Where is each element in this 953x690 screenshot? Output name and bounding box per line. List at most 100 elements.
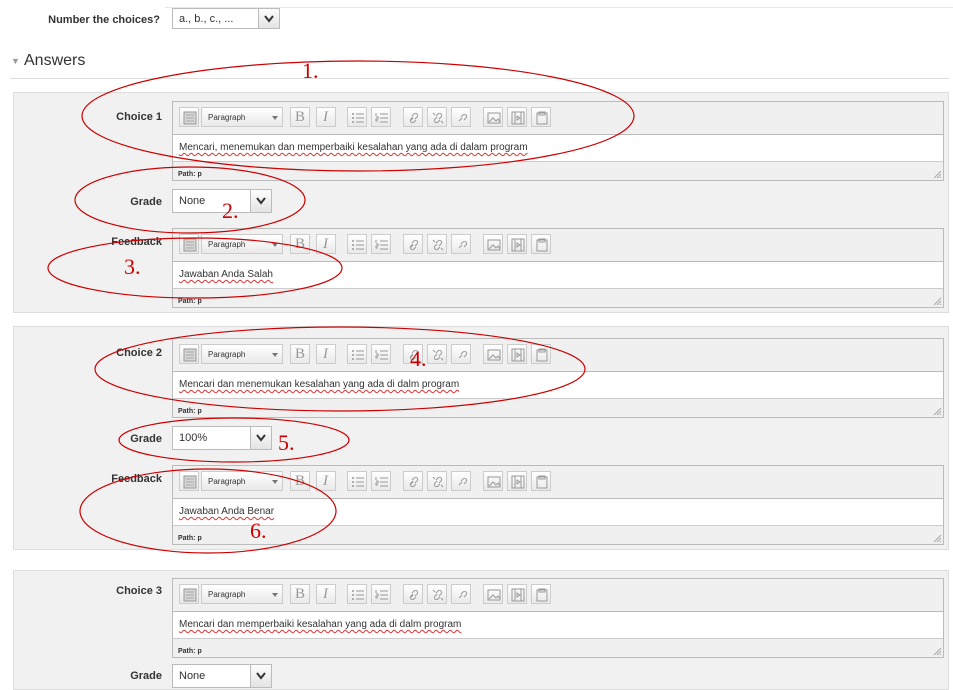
bullet-list-icon[interactable] — [347, 107, 367, 127]
wiki-icon[interactable] — [179, 107, 199, 127]
italic-button[interactable]: I — [316, 471, 336, 491]
editor-text: Mencari dan memperbaiki kesalahan yang a… — [179, 619, 462, 630]
link-icon[interactable] — [403, 471, 423, 491]
editor-content[interactable]: Mencari, menemukan dan memperbaiki kesal… — [173, 134, 943, 162]
link-icon[interactable] — [403, 584, 423, 604]
annotation-number-3: 3. — [124, 254, 141, 279]
image-icon[interactable] — [483, 584, 503, 604]
feedback-1-editor[interactable]: Paragraph B I Jawaban Anda Salah Path: p — [172, 228, 944, 308]
bullet-list-icon[interactable] — [347, 344, 367, 364]
link-icon[interactable] — [403, 234, 423, 254]
bullet-list-icon[interactable] — [347, 471, 367, 491]
italic-button[interactable]: I — [316, 584, 336, 604]
numbered-list-icon[interactable] — [371, 234, 391, 254]
media-icon[interactable] — [507, 471, 527, 491]
unlink-icon[interactable] — [427, 107, 447, 127]
grade-3-select[interactable]: None — [172, 664, 272, 688]
bullet-list-icon[interactable] — [347, 234, 367, 254]
resize-handle-icon[interactable] — [932, 169, 942, 179]
paste-icon[interactable] — [531, 584, 551, 604]
paste-icon[interactable] — [531, 471, 551, 491]
bullet-list-icon[interactable] — [347, 584, 367, 604]
bold-button[interactable]: B — [290, 234, 310, 254]
media-icon[interactable] — [507, 107, 527, 127]
italic-label: I — [323, 586, 328, 602]
resize-handle-icon[interactable] — [932, 296, 942, 306]
paragraph-dropdown[interactable]: Paragraph — [201, 107, 283, 127]
numbered-list-icon[interactable] — [371, 344, 391, 364]
bold-label: B — [295, 236, 306, 252]
wiki-icon[interactable] — [179, 471, 199, 491]
bold-button[interactable]: B — [290, 107, 310, 127]
image-icon[interactable] — [483, 344, 503, 364]
editor-content[interactable]: Mencari dan menemukan kesalahan yang ada… — [173, 371, 943, 399]
bold-button[interactable]: B — [290, 584, 310, 604]
numbered-list-icon[interactable] — [371, 471, 391, 491]
anchor-icon[interactable] — [451, 344, 471, 364]
grade-2-select[interactable]: 100% — [172, 426, 272, 450]
bold-button[interactable]: B — [290, 344, 310, 364]
image-icon[interactable] — [483, 471, 503, 491]
italic-button[interactable]: I — [316, 344, 336, 364]
wiki-icon[interactable] — [179, 234, 199, 254]
paste-icon[interactable] — [531, 234, 551, 254]
editor-path: Path: p — [178, 648, 202, 655]
anchor-icon[interactable] — [451, 584, 471, 604]
paragraph-label: Paragraph — [208, 113, 246, 122]
editor-content[interactable]: Jawaban Anda Salah — [173, 261, 943, 289]
unlink-icon[interactable] — [427, 344, 447, 364]
italic-label: I — [323, 236, 328, 252]
wiki-icon[interactable] — [179, 584, 199, 604]
editor-content[interactable]: Mencari dan memperbaiki kesalahan yang a… — [173, 611, 943, 639]
anchor-icon[interactable] — [451, 234, 471, 254]
numbered-list-icon[interactable] — [371, 107, 391, 127]
media-icon[interactable] — [507, 344, 527, 364]
choice-1-editor[interactable]: Paragraph B I Mencari, menemukan dan memper… — [172, 101, 944, 181]
paragraph-dropdown[interactable]: Paragraph — [201, 471, 283, 491]
image-icon[interactable] — [483, 107, 503, 127]
unlink-icon[interactable] — [427, 584, 447, 604]
italic-button[interactable]: I — [316, 107, 336, 127]
bold-label: B — [295, 109, 306, 125]
media-icon[interactable] — [507, 234, 527, 254]
paragraph-dropdown[interactable]: Paragraph — [201, 344, 283, 364]
unlink-icon[interactable] — [427, 234, 447, 254]
paste-icon[interactable] — [531, 344, 551, 364]
paste-icon[interactable] — [531, 107, 551, 127]
choice-3-editor[interactable]: Paragraph B I Mencari dan memperbaiki kesal… — [172, 578, 944, 658]
numbered-list-icon[interactable] — [371, 584, 391, 604]
number-choices-value: a., b., c., ... — [179, 12, 234, 25]
chevron-down-icon — [272, 480, 278, 484]
paragraph-label: Paragraph — [208, 240, 246, 249]
chevron-down-icon — [272, 116, 278, 120]
paragraph-dropdown[interactable]: Paragraph — [201, 584, 283, 604]
image-icon[interactable] — [483, 234, 503, 254]
anchor-icon[interactable] — [451, 471, 471, 491]
bold-button[interactable]: B — [290, 471, 310, 491]
answers-header[interactable]: Answers — [24, 52, 85, 70]
editor-content[interactable]: Jawaban Anda Benar — [173, 498, 943, 526]
choice-1-label: Choice 1 — [116, 111, 162, 123]
resize-handle-icon[interactable] — [932, 533, 942, 543]
number-choices-select[interactable]: a., b., c., ... — [172, 8, 280, 29]
wiki-icon[interactable] — [179, 344, 199, 364]
editor-toolbar: Paragraph B I — [173, 466, 943, 498]
link-icon[interactable] — [403, 107, 423, 127]
bold-label: B — [295, 473, 306, 489]
number-choices-label: Number the choices? — [48, 14, 160, 26]
media-icon[interactable] — [507, 584, 527, 604]
unlink-icon[interactable] — [427, 471, 447, 491]
choice-2-label: Choice 2 — [116, 347, 162, 359]
grade-2-label: Grade — [130, 433, 162, 445]
annotation-number-5: 5. — [278, 430, 295, 455]
editor-path: Path: p — [178, 535, 202, 542]
resize-handle-icon[interactable] — [932, 646, 942, 656]
resize-handle-icon[interactable] — [932, 406, 942, 416]
anchor-icon[interactable] — [451, 107, 471, 127]
feedback-2-label: Feedback — [111, 473, 162, 485]
italic-button[interactable]: I — [316, 234, 336, 254]
collapse-triangle-icon[interactable]: ▼ — [11, 56, 20, 66]
feedback-2-editor[interactable]: Paragraph B I Jawaban Anda Benar Path: p — [172, 465, 944, 545]
choice-2-editor[interactable]: Paragraph B I Mencari dan menemukan kesalah… — [172, 338, 944, 418]
paragraph-dropdown[interactable]: Paragraph — [201, 234, 283, 254]
